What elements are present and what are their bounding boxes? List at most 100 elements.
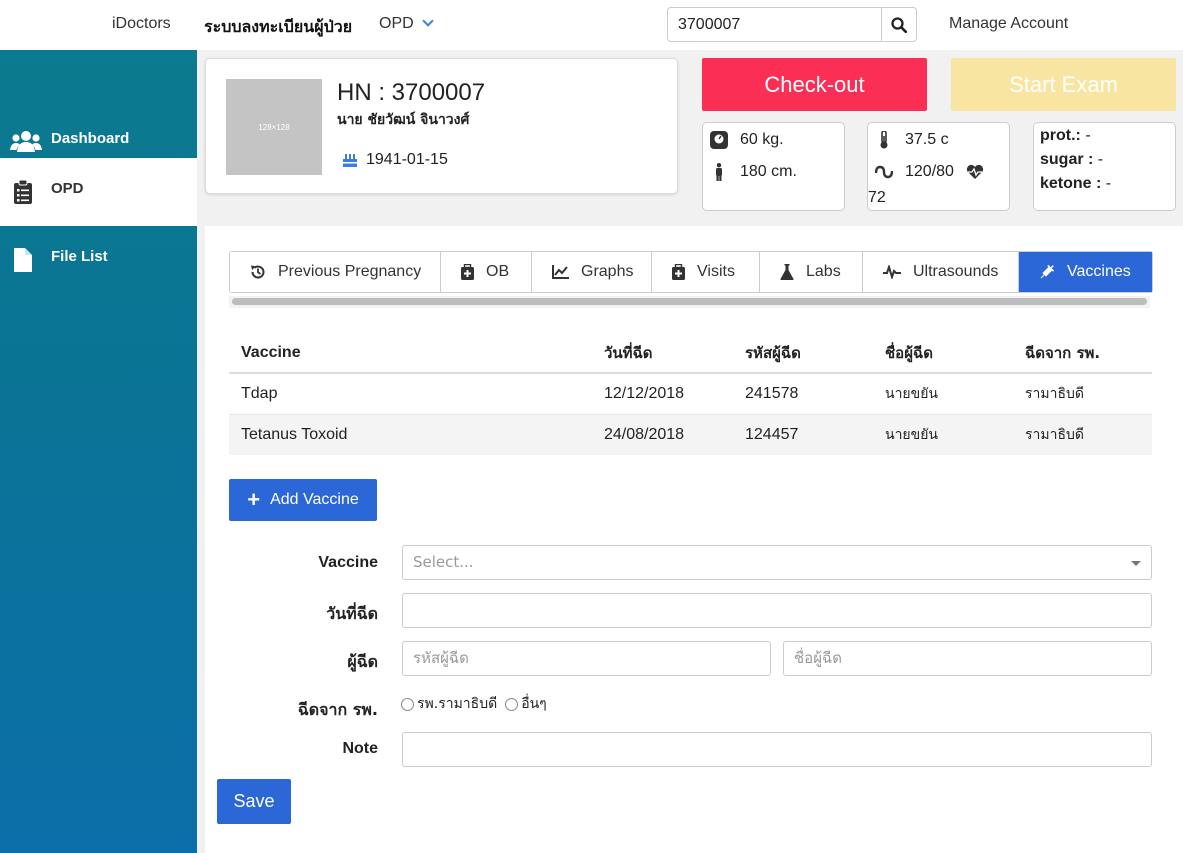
pulse-value: 72 [868,189,886,206]
sidebar-item-label: Dashboard [51,130,130,147]
blood-pressure-value: 120/80 [905,163,954,180]
table-header-row: Vaccine วันที่ฉีด รหัสผู้ฉีด ชื่อผู้ฉีด … [229,333,1152,374]
weight-scale-icon [709,131,729,149]
birthday-cake-icon [342,151,358,172]
tab-label: OB [486,263,510,280]
save-button[interactable]: Save [217,779,291,824]
tab-label: Ultrasounds [913,263,999,280]
cell-date: 24/08/2018 [592,413,733,455]
cell-hospital: รามาธิบดี [1013,372,1152,414]
body-measure-card: 60 kg. 180 cm. [702,122,845,211]
tab-bar: Previous Pregnancy OB Graphs Visits Labs… [229,251,1153,293]
thermometer-icon [874,131,894,149]
cell-injector-id: 124457 [733,413,873,455]
tab-label: Visits [697,263,735,280]
height-value: 180 cm. [740,163,797,180]
vaccine-label: Vaccine [318,554,378,571]
tab-ob[interactable]: OB [441,252,532,292]
scrollbar-thumb[interactable] [232,298,1147,305]
heartbeat-line-icon [883,265,901,279]
manage-account-link[interactable]: Manage Account [949,15,1068,33]
flask-icon [780,264,794,280]
note-label: Note [342,740,378,757]
search-button[interactable] [881,7,917,42]
search-input[interactable]: 3700007 [667,7,882,42]
column-header: ชื่อผู้ฉีด [873,333,1013,374]
plus-icon: + [247,487,261,512]
brand-link[interactable]: iDoctors [112,15,171,33]
column-header: รหัสผู้ฉีด [733,333,873,374]
tab-label: Graphs [581,263,634,280]
radio-other[interactable] [505,697,519,711]
patient-hn: HN : 3700007 [337,79,486,106]
radio-label: อื่นๆ [521,696,547,712]
table-row[interactable]: Tdap 12/12/2018 241578 นายขยัน รามาธิบดี [229,372,1152,414]
main-panel: Previous Pregnancy OB Graphs Visits Labs… [205,226,1183,853]
injector-label: ผู้ฉีด [347,652,378,671]
add-vaccine-button[interactable]: + Add Vaccine [229,479,377,521]
tab-previous-pregnancy[interactable]: Previous Pregnancy [230,252,441,292]
radio-label: รพ.รามาธิบดี [417,696,498,712]
temperature-value: 37.5 c [905,131,949,148]
tab-label: Labs [806,263,841,280]
tabs-scrollbar[interactable] [229,296,1150,308]
medkit-icon [672,264,685,280]
radio-ramathibodi[interactable] [401,697,414,711]
search-icon [891,16,907,33]
department-label: OPD [379,15,414,32]
cell-vaccine: Tdap [229,372,592,414]
heartbeat-icon [966,164,984,180]
note-input[interactable] [402,732,1152,767]
medkit-icon [461,264,474,280]
tab-graphs[interactable]: Graphs [532,252,652,292]
vaccine-select[interactable]: Select... [402,545,1152,580]
cell-injector-name: นายขยัน [873,372,1013,414]
table-row[interactable]: Tetanus Toxoid 24/08/2018 124457 นายขยัน… [229,413,1152,455]
sidebar-item-file-list[interactable]: File List [0,226,197,294]
chevron-down-icon [422,15,434,27]
sugar-label: sugar : [1040,151,1094,168]
prot-label: prot.: [1040,127,1081,144]
start-exam-button[interactable]: Start Exam [951,58,1176,111]
patient-photo: 128×128 [226,79,322,175]
department-dropdown[interactable]: OPD [379,15,434,33]
cell-injector-id: 241578 [733,372,873,414]
sugar-value: - [1097,151,1104,168]
cell-hospital: รามาธิบดี [1013,413,1152,455]
caret-down-icon [1131,561,1141,566]
weight-value: 60 kg. [740,131,784,148]
hospital-label: ฉีดจาก รพ. [297,700,378,719]
person-icon [709,163,729,181]
injector-name-input[interactable]: ชื่อผู้ฉีด [783,641,1152,676]
ketone-value: - [1105,175,1112,192]
column-header: Vaccine [229,333,592,374]
date-input[interactable] [402,593,1152,628]
date-label: วันที่ฉีด [326,604,378,623]
line-chart-icon [552,265,569,279]
vaccine-table: Vaccine วันที่ฉีด รหัสผู้ฉีด ชื่อผู้ฉีด … [229,333,1152,455]
patient-card: 128×128 HN : 3700007 นาย ชัยวัฒน์ จินาวง… [205,58,678,194]
checkout-button[interactable]: Check-out [702,58,927,111]
cell-vaccine: Tetanus Toxoid [229,413,592,455]
sidebar-item-label: File List [51,248,108,265]
tab-ultrasounds[interactable]: Ultrasounds [863,252,1019,292]
vaccine-select-placeholder: Select... [413,553,474,571]
history-icon [250,264,266,280]
tab-labs[interactable]: Labs [760,252,863,292]
column-header: ฉีดจาก รพ. [1013,333,1152,374]
injector-id-input[interactable]: รหัสผู้ฉีด [402,641,771,676]
add-vaccine-label: Add Vaccine [270,491,359,508]
cell-injector-name: นายขยัน [873,413,1013,455]
tab-vaccines[interactable]: Vaccines [1019,252,1152,292]
sidebar: Dashboard OPD File List [0,50,197,853]
blood-pressure-icon [874,165,894,179]
hospital-radio-group: รพ.รามาธิบดี อื่นๆ [401,693,547,715]
syringe-icon [1039,264,1055,280]
tab-visits[interactable]: Visits [652,252,760,292]
tab-label: Vaccines [1067,263,1131,280]
patient-name: นาย ชัยวัฒน์ จินาวงศ์ [337,112,470,128]
sidebar-item-opd[interactable]: OPD [0,158,197,226]
vital-signs-card: 37.5 c 120/80 72 [867,122,1010,211]
patient-registration-link[interactable]: ระบบลงทะเบียนผู้ป่วย [204,15,352,40]
patient-dob: 1941-01-15 [366,151,448,168]
